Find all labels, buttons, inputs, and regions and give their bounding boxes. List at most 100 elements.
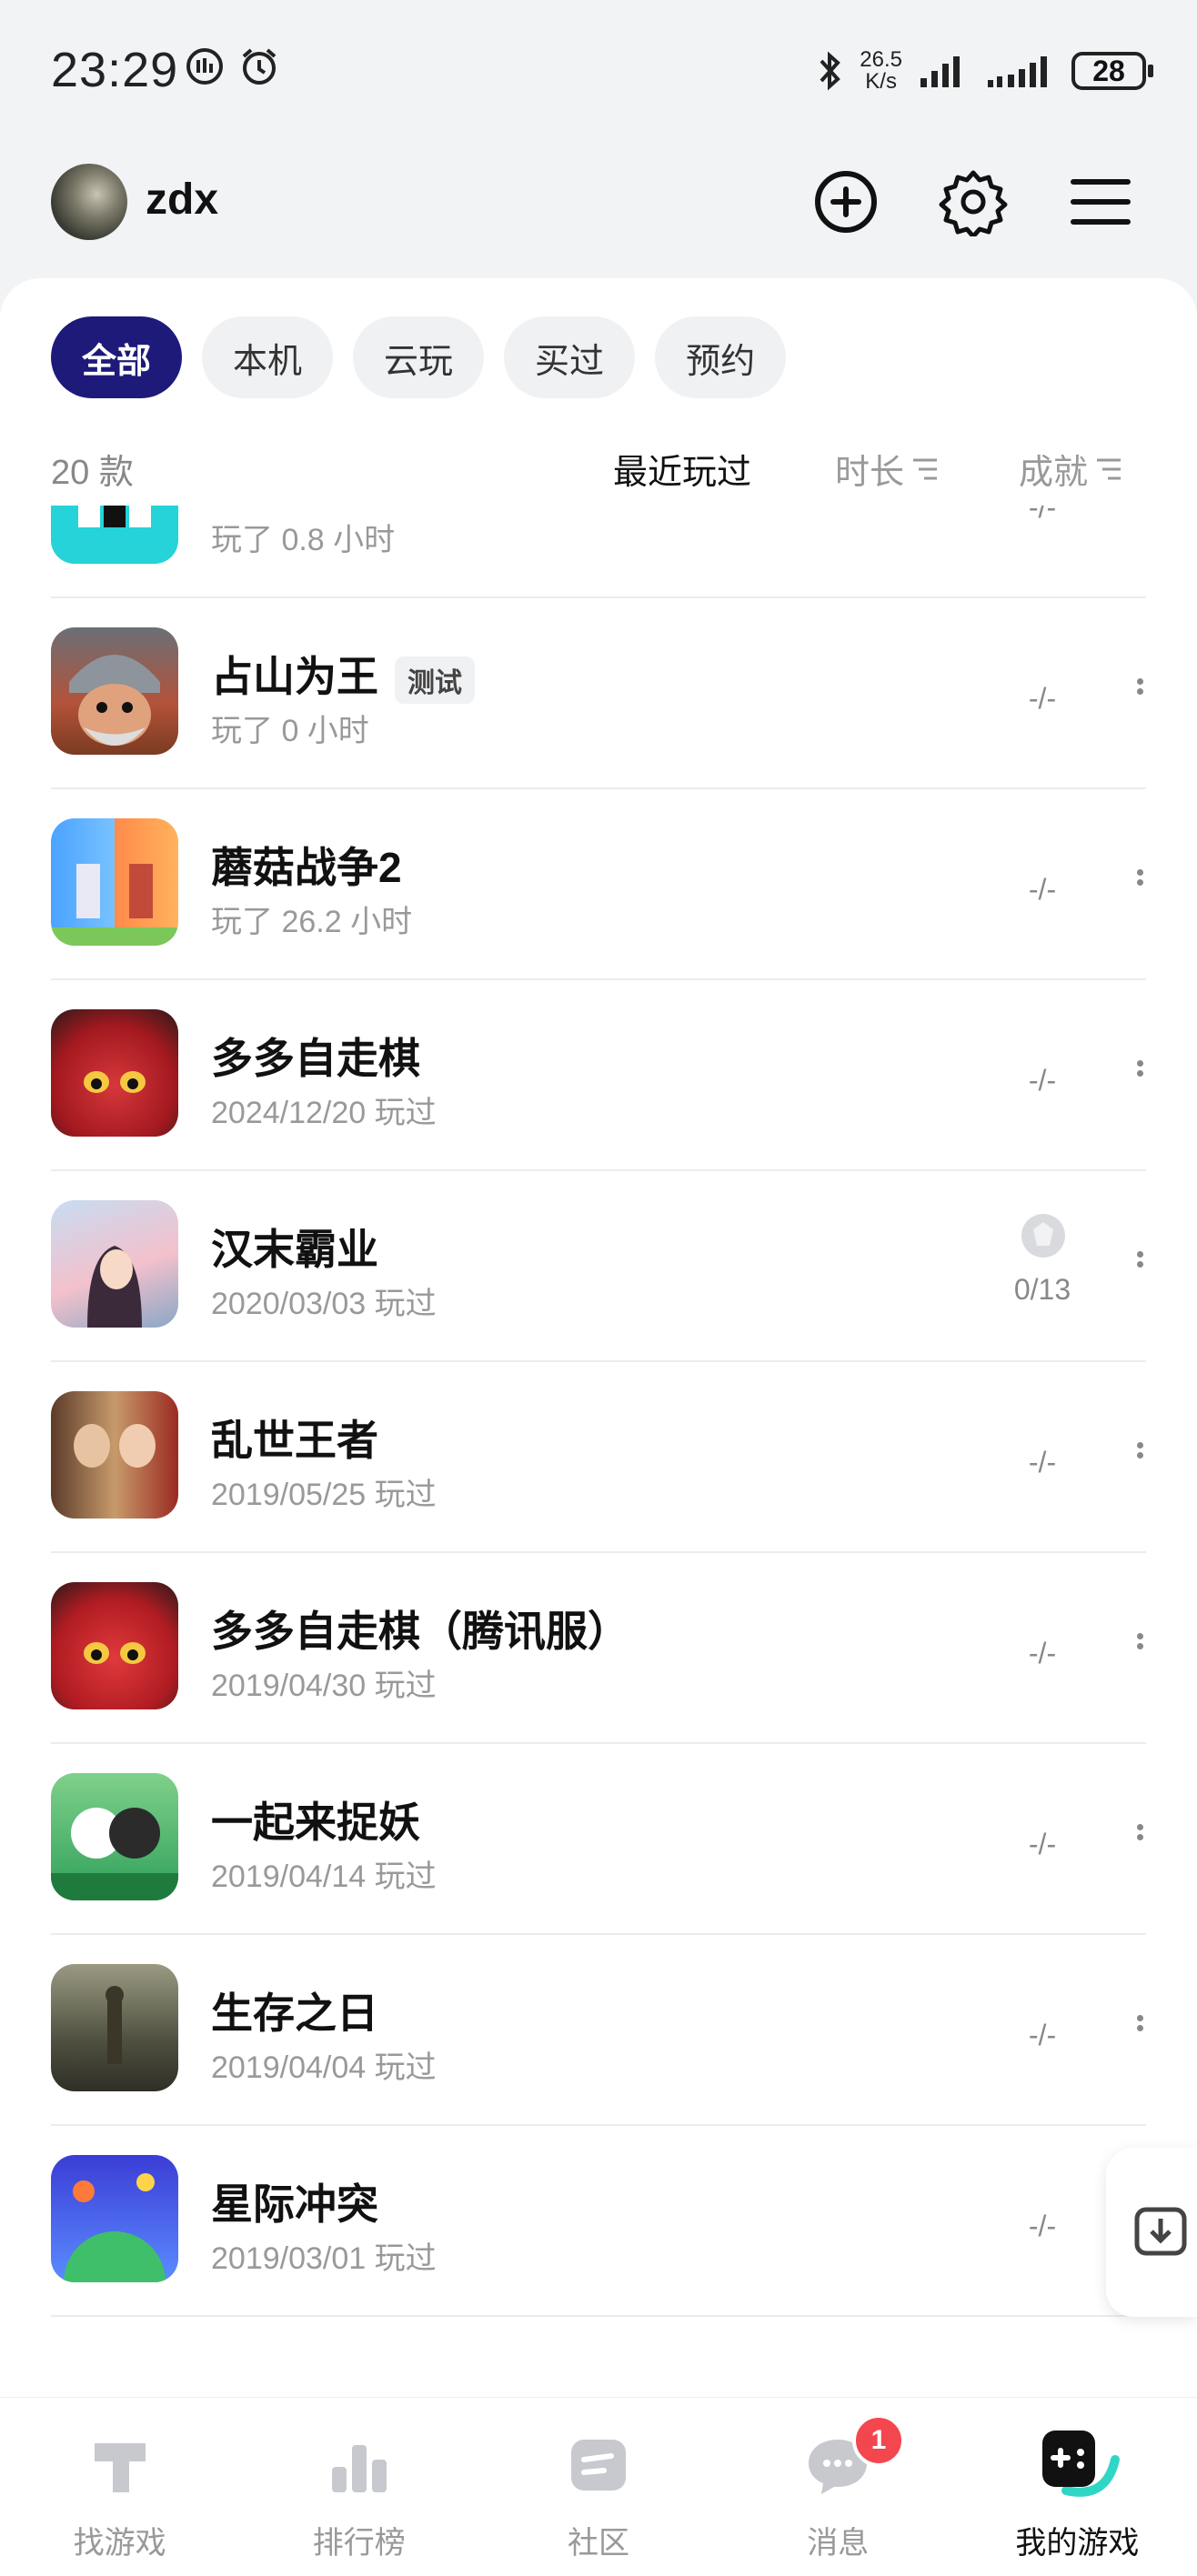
game-icon-hanmo [51, 1200, 178, 1328]
more-icon[interactable] [1133, 1629, 1146, 1666]
username[interactable]: zdx [146, 175, 218, 225]
find-game-icon [94, 2443, 146, 2492]
game-subtitle: 2019/04/14 玩过 [211, 1859, 437, 1894]
game-icon-survival [51, 1964, 178, 2091]
list-item[interactable]: 蘑菇战争2 玩了 26.2 小时 -/- [51, 789, 1146, 980]
sync-icon [186, 48, 223, 85]
more-icon[interactable] [1133, 506, 1146, 520]
game-subtitle: 玩了 26.2 小时 [211, 905, 413, 939]
more-icon[interactable] [1133, 675, 1146, 711]
download-manager-button[interactable] [1106, 2148, 1197, 2317]
game-title: 多多自走棋 [211, 1035, 420, 1082]
achievement-text: -/- [1028, 506, 1057, 524]
game-icon-mushroom-wars [51, 818, 178, 946]
filter-all[interactable]: 全部 [51, 316, 183, 398]
status-right: 26.5 K/s 28 [816, 45, 1153, 96]
sort-icon [1097, 458, 1122, 479]
game-title: 生存之日 [211, 1990, 378, 2037]
sort-row: 20 款 最近玩过 时长 成就 [51, 438, 1146, 493]
game-icon-zhanshan [51, 627, 178, 755]
more-icon[interactable] [1133, 2011, 1146, 2048]
achievement-text: -/- [1028, 2210, 1057, 2242]
game-icon-auto-chess [51, 1009, 178, 1137]
game-title: 乱世王者 [211, 1417, 378, 1464]
game-title: 多多自走棋（腾讯服） [211, 1608, 629, 1655]
settings-button[interactable] [939, 167, 1008, 236]
test-tag: 测试 [395, 656, 475, 704]
net-speed: 26.5 K/s [860, 47, 902, 94]
achievement-text: -/- [1028, 1446, 1057, 1478]
nav-messages[interactable]: 1 消息 [719, 2398, 958, 2576]
achievement-text: -/- [1028, 2019, 1057, 2051]
game-subtitle: 2020/03/03 玩过 [211, 1287, 437, 1321]
list-item[interactable]: 乱世王者 2019/05/25 玩过 -/- [51, 1362, 1146, 1553]
filter-cloud[interactable]: 云玩 [353, 316, 485, 398]
list-item[interactable]: 多多自走棋 2024/12/20 玩过 -/- [51, 980, 1146, 1171]
game-title: 2048消 [211, 506, 346, 513]
game-icon-zhuoyao [51, 1773, 178, 1900]
sort-duration[interactable]: 时长 [835, 444, 940, 494]
game-title: 汉末霸业 [211, 1226, 378, 1273]
ranking-icon [331, 2445, 387, 2492]
game-title: 一起来捉妖 [211, 1799, 420, 1846]
list-item[interactable]: 汉末霸业 2020/03/03 玩过 0/13 [51, 1171, 1146, 1362]
battery-indicator: 28 [1071, 52, 1153, 90]
nav-community[interactable]: 社区 [478, 2398, 718, 2576]
more-icon[interactable] [1133, 1438, 1146, 1475]
sort-icon [913, 458, 938, 479]
status-time: 23:29 [51, 43, 179, 97]
more-icon[interactable] [1133, 1248, 1146, 1284]
download-icon [1134, 2207, 1187, 2256]
filter-tabs: 全部 本机 云玩 买过 预约 [51, 316, 787, 398]
game-icon-2048 [51, 506, 178, 564]
game-subtitle: 玩了 0 小时 [211, 714, 369, 748]
achievement-text: -/- [1028, 873, 1057, 906]
filter-bought[interactable]: 买过 [504, 316, 636, 398]
more-icon[interactable] [1133, 1057, 1146, 1093]
nav-ranking[interactable]: 排行榜 [239, 2398, 478, 2576]
list-item[interactable]: 多多自走棋（腾讯服） 2019/04/30 玩过 -/- [51, 1553, 1146, 1744]
list-item[interactable]: 2048消 玩了 0.8 小时 -/- [51, 506, 1146, 598]
list-item[interactable]: 占山为王 测试 玩了 0 小时 -/- [51, 598, 1146, 789]
nav-my-games[interactable]: 我的游戏 [958, 2398, 1197, 2576]
achievement-text: -/- [1028, 1828, 1057, 1860]
list-item[interactable]: 星际冲突 2019/03/01 玩过 -/- [51, 2126, 1146, 2317]
achievement-text: -/- [1028, 682, 1057, 715]
signal-icon [920, 56, 960, 87]
games-card: 全部 本机 云玩 买过 预约 20 款 最近玩过 时长 成就 玩了 0.8 小时… [0, 278, 1197, 2397]
alarm-icon [242, 48, 277, 85]
menu-button[interactable] [1066, 167, 1135, 236]
game-subtitle: 玩了 0.8 小时 [211, 523, 396, 557]
more-icon[interactable] [1133, 1820, 1146, 1857]
game-title: 蘑菇战争2 [211, 844, 402, 891]
game-list: 2048消 玩了 0.8 小时 -/- 占山为王测试 玩了 0 小时 -/- [0, 506, 1197, 2397]
sort-recent[interactable]: 最近玩过 [613, 444, 751, 494]
game-icon-luanshi [51, 1391, 178, 1519]
filter-local[interactable]: 本机 [202, 316, 334, 398]
filter-reserved[interactable]: 预约 [655, 316, 787, 398]
achievement-text: -/- [1028, 1637, 1057, 1669]
profile-header: zdx [0, 155, 1197, 255]
game-subtitle: 2024/12/20 玩过 [211, 1096, 437, 1130]
avatar[interactable] [51, 164, 127, 240]
game-icon-star-conflict [51, 2155, 178, 2282]
list-item[interactable]: 一起来捉妖 2019/04/14 玩过 -/- [51, 1744, 1146, 1935]
game-subtitle: 2019/04/04 玩过 [211, 2050, 437, 2085]
game-icon-auto-chess-tencent [51, 1582, 178, 1709]
game-count: 20 款 [51, 454, 134, 492]
game-title: 占山为王 测试 [211, 644, 475, 704]
signal-2-icon [988, 56, 1047, 87]
sort-achievement[interactable]: 成就 [1019, 444, 1124, 494]
message-badge: 1 [852, 2414, 905, 2467]
my-games-icon [1042, 2431, 1121, 2497]
community-icon [571, 2440, 626, 2491]
game-subtitle: 2019/03/01 玩过 [211, 2241, 437, 2276]
bluetooth-icon [820, 51, 841, 91]
add-game-button[interactable] [811, 167, 880, 236]
achievement-badge-icon [1021, 1214, 1065, 1258]
list-item[interactable]: 生存之日 2019/04/04 玩过 -/- [51, 1935, 1146, 2126]
nav-find-game[interactable]: 找游戏 [0, 2398, 239, 2576]
more-icon[interactable] [1133, 866, 1146, 902]
achievement-text: -/- [1028, 1064, 1057, 1097]
game-subtitle: 2019/04/30 玩过 [211, 1669, 437, 1703]
